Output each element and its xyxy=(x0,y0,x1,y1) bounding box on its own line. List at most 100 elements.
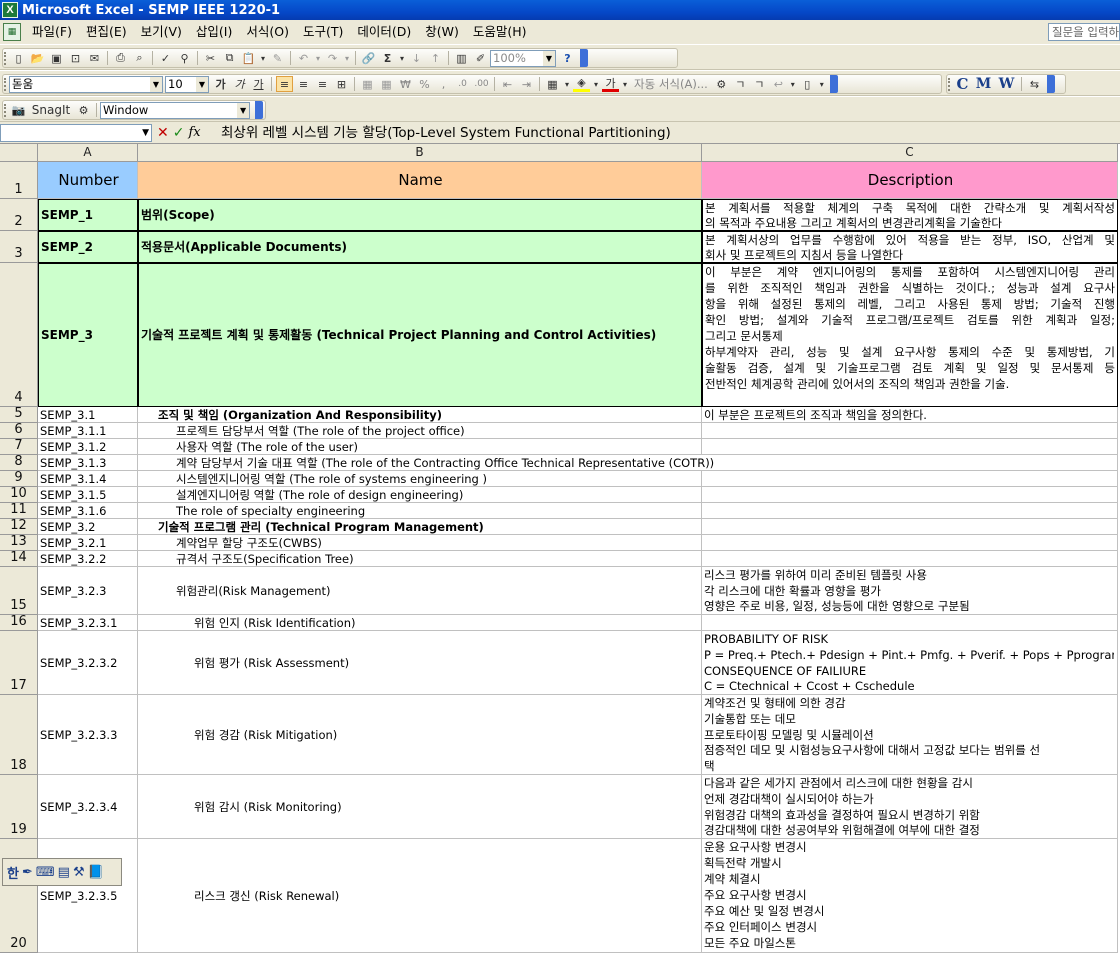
borders-dropdown-icon[interactable]: ▾ xyxy=(563,76,571,92)
document-icon[interactable]: ▯ xyxy=(799,76,816,92)
increase-decimal-icon[interactable]: .0 xyxy=(454,76,471,92)
spelling-icon[interactable]: ✓ xyxy=(157,50,174,66)
drawing-icon[interactable]: ✐ xyxy=(472,50,489,66)
align-right-icon[interactable]: ≡ xyxy=(314,76,331,92)
ime-tools-icon[interactable]: ⚒ xyxy=(73,865,85,880)
name-cell[interactable]: 규격서 구조도(Specification Tree) xyxy=(138,551,702,567)
description-cell[interactable]: 본 계획서를 적용할 체계의 구축 목적에 대한 간략소개 및 계획서작성 의 목… xyxy=(702,199,1118,231)
menu-edit[interactable]: 편집(E) xyxy=(79,22,134,42)
font-size-combo[interactable]: 10 ▼ xyxy=(165,75,209,93)
number-cell[interactable]: SEMP_3.2 xyxy=(38,519,138,535)
c-button[interactable]: C xyxy=(954,75,971,93)
row-header[interactable]: 6 xyxy=(0,422,38,439)
name-cell[interactable]: 위험 경감 (Risk Mitigation) xyxy=(138,695,702,775)
auto-format-button[interactable]: 자동 서식(A)... xyxy=(631,76,711,92)
fill-dropdown-icon[interactable]: ▾ xyxy=(592,76,600,92)
row-header[interactable]: 19 xyxy=(0,775,38,839)
number-cell[interactable]: SEMP_3.2.3.4 xyxy=(38,775,138,839)
row-header[interactable]: 2 xyxy=(0,199,38,231)
toolbar-options-icon[interactable] xyxy=(255,101,263,119)
underline-button[interactable]: 가 xyxy=(250,76,267,92)
help-question-input[interactable]: 질문을 입력하 xyxy=(1048,23,1120,41)
number-cell[interactable]: SEMP_3.1.1 xyxy=(38,423,138,439)
new-icon[interactable]: ▯ xyxy=(10,50,27,66)
chevron-down-icon[interactable]: ▼ xyxy=(150,76,162,92)
snagit-settings-icon[interactable]: ⚙ xyxy=(75,102,92,118)
row-header[interactable]: 8 xyxy=(0,454,38,471)
chart-wizard-icon[interactable]: ▥ xyxy=(453,50,470,66)
paste-icon[interactable]: 📋 xyxy=(240,50,257,66)
snagit-button[interactable]: SnagIt xyxy=(29,102,73,118)
menu-data[interactable]: 데이터(D) xyxy=(350,22,418,42)
row-header[interactable]: 15 xyxy=(0,567,38,615)
description-cell[interactable]: 운용 요구사항 변경시 획득전략 개발시 계약 체결시 주요 요구사항 변경시 주요 예… xyxy=(702,839,1118,953)
row-header[interactable]: 4 xyxy=(0,263,38,407)
row-header[interactable]: 12 xyxy=(0,518,38,535)
number-cell[interactable]: SEMP_3.2.2 xyxy=(38,551,138,567)
number-cell[interactable]: SEMP_3.2.3.5 xyxy=(38,839,138,953)
name-cell[interactable]: 사용자 역할 (The role of the user) xyxy=(138,439,702,455)
camera-icon[interactable]: 📷 xyxy=(10,102,27,118)
menu-format[interactable]: 서식(O) xyxy=(239,22,296,42)
row-header[interactable]: 11 xyxy=(0,502,38,519)
autosum-dropdown-icon[interactable]: ▾ xyxy=(398,50,406,66)
description-cell[interactable]: 리스크 평가를 위하여 미리 준비된 템플릿 사용 각 리스크에 대한 확률과 영… xyxy=(702,567,1118,615)
redo-icon[interactable]: ↷ xyxy=(324,50,341,66)
column-header-c[interactable]: C xyxy=(702,144,1118,162)
bold-button[interactable]: 가 xyxy=(212,76,229,92)
chevron-down-icon[interactable]: ▼ xyxy=(196,76,208,92)
table-icon[interactable]: ▦ xyxy=(359,76,376,92)
description-cell[interactable] xyxy=(702,503,1118,519)
description-cell[interactable] xyxy=(702,423,1118,439)
name-cell[interactable]: 리스크 갱신 (Risk Renewal) xyxy=(138,839,702,953)
toolbar-options-icon[interactable] xyxy=(1047,75,1055,93)
format-icon[interactable]: ⚙ xyxy=(713,76,730,92)
workbook-icon[interactable]: ▦ xyxy=(3,23,21,41)
description-cell[interactable] xyxy=(702,535,1118,551)
decrease-indent-icon[interactable]: ⇤ xyxy=(499,76,516,92)
text-shrink-icon[interactable]: ㄱ xyxy=(751,76,768,92)
column-header-b[interactable]: B xyxy=(138,144,702,162)
name-cell[interactable]: The role of specialty engineering xyxy=(138,503,702,519)
format-painter-icon[interactable]: ✎ xyxy=(269,50,286,66)
number-cell[interactable]: SEMP_3.1.2 xyxy=(38,439,138,455)
chevron-down-icon[interactable]: ▼ xyxy=(237,102,250,118)
cancel-icon[interactable]: ✕ xyxy=(157,124,169,142)
number-cell[interactable]: SEMP_3.2.3 xyxy=(38,567,138,615)
number-cell[interactable]: SEMP_3.2.3.1 xyxy=(38,615,138,631)
name-cell[interactable]: 범위(Scope) xyxy=(138,199,702,231)
row-header[interactable]: 10 xyxy=(0,486,38,503)
chevron-down-icon[interactable]: ▼ xyxy=(543,50,555,66)
font-color-dropdown-icon[interactable]: ▾ xyxy=(621,76,629,92)
name-cell[interactable]: 위험 감시 (Risk Monitoring) xyxy=(138,775,702,839)
toolbar-options-icon[interactable] xyxy=(580,49,588,67)
help-icon[interactable]: ? xyxy=(559,50,576,66)
table2-icon[interactable]: ▦ xyxy=(378,76,395,92)
row-header[interactable]: 5 xyxy=(0,406,38,423)
permission-icon[interactable]: ⊡ xyxy=(67,50,84,66)
fill-color-icon[interactable]: ◈ xyxy=(573,76,590,92)
description-cell[interactable]: 계약조건 및 형태에 의한 경감 기술통합 또는 데모 프로토타이핑 모델링 및 시… xyxy=(702,695,1118,775)
toolbar-grip[interactable] xyxy=(4,52,6,65)
zoom-combo[interactable]: 100% ▼ xyxy=(490,49,556,67)
undo-dropdown-icon[interactable]: ▾ xyxy=(314,50,322,66)
comma-style-icon[interactable]: , xyxy=(435,76,452,92)
name-box[interactable]: ▼ xyxy=(0,124,152,142)
print-icon[interactable]: ⎙ xyxy=(112,50,129,66)
description-cell[interactable]: 본 계획서상의 업무를 수행함에 있어 적용을 받는 정부, ISO, 산업계 … xyxy=(702,231,1118,263)
email-icon[interactable]: ✉ xyxy=(86,50,103,66)
align-center-icon[interactable]: ≡ xyxy=(295,76,312,92)
research-icon[interactable]: ⚲ xyxy=(176,50,193,66)
name-cell[interactable]: 적용문서(Applicable Documents) xyxy=(138,231,702,263)
chevron-down-icon[interactable]: ▼ xyxy=(142,125,149,141)
name-cell[interactable]: 설계엔지니어링 역할 (The role of design engineeri… xyxy=(138,487,702,503)
name-cell[interactable]: 시스템엔지니어링 역할 (The role of systems enginee… xyxy=(138,471,702,487)
name-cell[interactable]: 프로젝트 담당부서 역할 (The role of the project of… xyxy=(138,423,702,439)
description-cell[interactable] xyxy=(702,439,1118,455)
row-header[interactable]: 20 xyxy=(0,839,38,953)
align-left-icon[interactable]: ≡ xyxy=(276,76,293,92)
name-cell[interactable]: 위험관리(Risk Management) xyxy=(138,567,702,615)
percent-button[interactable]: % xyxy=(416,76,433,92)
ime-pen-icon[interactable]: ✒ xyxy=(22,865,33,880)
description-cell[interactable]: 이 부분은 계약 엔지니어링의 통제를 포함하여 시스템엔지니어링 관리 를 위한… xyxy=(702,263,1118,407)
